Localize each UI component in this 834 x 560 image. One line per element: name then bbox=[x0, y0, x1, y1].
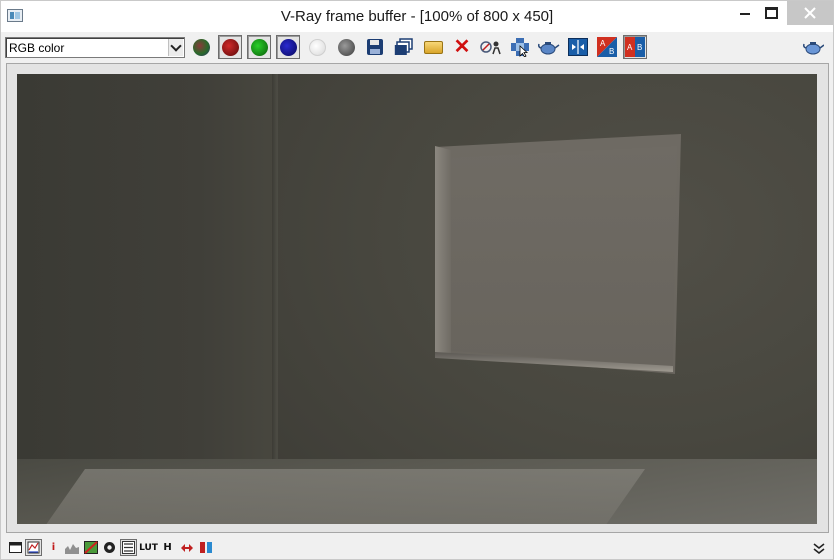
channel-select-value: RGB color bbox=[9, 41, 65, 55]
red-channel-icon bbox=[221, 38, 239, 56]
region-render-icon bbox=[511, 38, 529, 57]
chevron-down-icon[interactable] bbox=[168, 39, 183, 56]
svg-text:B: B bbox=[609, 47, 614, 56]
rendered-image[interactable] bbox=[17, 74, 817, 524]
alpha-channel-button[interactable] bbox=[305, 35, 329, 59]
title-bar[interactable]: V-Ray frame buffer - [100% of 800 x 450] bbox=[1, 1, 833, 32]
render-left-wall bbox=[17, 74, 277, 524]
curves-icon bbox=[83, 541, 98, 554]
window-icon bbox=[9, 542, 22, 553]
show-corrections-button[interactable] bbox=[7, 539, 24, 556]
render-window-jamb bbox=[435, 146, 451, 356]
clear-image-icon: ✕ bbox=[453, 36, 471, 58]
alpha-channel-icon bbox=[308, 38, 326, 56]
save-image-icon bbox=[367, 39, 383, 55]
swap-button[interactable] bbox=[178, 539, 195, 556]
clear-image-button[interactable]: ✕ bbox=[450, 35, 474, 59]
lut-icon: LUT bbox=[139, 542, 158, 553]
render-last-icon bbox=[538, 42, 560, 55]
histogram-icon bbox=[64, 543, 79, 554]
hue-icon: H bbox=[163, 542, 172, 553]
window-title: V-Ray frame buffer - [100% of 800 x 450] bbox=[280, 8, 554, 25]
render-window-opening bbox=[447, 146, 677, 366]
hue-button[interactable]: H bbox=[159, 539, 176, 556]
ab-history-icon: A B bbox=[625, 37, 645, 57]
svg-text:A: A bbox=[627, 43, 633, 52]
duplicate-frame-buffer-button[interactable] bbox=[392, 35, 416, 59]
svg-text:A: A bbox=[600, 39, 606, 48]
levels-icon bbox=[27, 541, 40, 554]
blue-channel-button[interactable] bbox=[276, 35, 300, 59]
toolbar: RGB color ✕ A B A B bbox=[1, 32, 833, 62]
render-teapot-icon bbox=[803, 42, 824, 55]
monochrome-icon bbox=[337, 38, 355, 56]
close-icon bbox=[804, 7, 816, 19]
monochrome-button[interactable] bbox=[334, 35, 358, 59]
region-render-button[interactable] bbox=[508, 35, 532, 59]
render-floor-light-patch bbox=[28, 469, 646, 524]
info-icon: i bbox=[51, 542, 56, 553]
stamp-button[interactable] bbox=[197, 539, 214, 556]
blue-channel-icon bbox=[279, 38, 297, 56]
render-teapot-button[interactable] bbox=[801, 35, 825, 59]
ab-compare-vertical-button[interactable]: A B bbox=[595, 35, 619, 59]
channel-select[interactable]: RGB color bbox=[5, 37, 185, 58]
rgb-channel-button[interactable] bbox=[189, 35, 213, 59]
srgb-icon bbox=[122, 541, 135, 554]
load-image-button[interactable] bbox=[421, 35, 445, 59]
red-channel-button[interactable] bbox=[218, 35, 242, 59]
settings-button[interactable] bbox=[101, 539, 118, 556]
track-mouse-button[interactable] bbox=[479, 35, 503, 59]
ab-compare-vertical-icon: A B bbox=[597, 37, 617, 57]
expand-panel-button[interactable] bbox=[813, 542, 825, 555]
green-channel-icon bbox=[250, 38, 268, 56]
gear-icon bbox=[104, 542, 115, 553]
stamp-icon bbox=[199, 542, 212, 553]
histogram-button[interactable] bbox=[63, 539, 80, 556]
ab-compare-horizontal-icon bbox=[568, 38, 588, 56]
green-channel-button[interactable] bbox=[247, 35, 271, 59]
curves-button[interactable] bbox=[82, 539, 99, 556]
swap-arrows-icon bbox=[180, 543, 193, 552]
track-mouse-icon bbox=[480, 41, 501, 55]
status-bar: i LUT H bbox=[1, 536, 833, 559]
rgb-channel-icon bbox=[192, 38, 210, 56]
render-last-button[interactable] bbox=[537, 35, 561, 59]
color-corrections-button[interactable] bbox=[25, 539, 42, 556]
chevron-double-down-icon bbox=[813, 543, 825, 555]
duplicate-frame-buffer-icon bbox=[394, 38, 413, 55]
save-image-button[interactable] bbox=[363, 35, 387, 59]
render-viewport[interactable] bbox=[6, 63, 829, 533]
maximize-button[interactable] bbox=[755, 1, 788, 25]
vray-frame-buffer-window: V-Ray frame buffer - [100% of 800 x 450]… bbox=[0, 0, 834, 560]
close-button[interactable] bbox=[787, 1, 833, 25]
ab-compare-horizontal-button[interactable] bbox=[566, 35, 590, 59]
svg-text:B: B bbox=[637, 43, 642, 52]
pixel-info-button[interactable]: i bbox=[45, 539, 62, 556]
lut-button[interactable]: LUT bbox=[139, 539, 158, 556]
render-wall-corner bbox=[272, 74, 278, 474]
ab-history-button[interactable]: A B bbox=[623, 35, 647, 59]
load-image-icon bbox=[423, 40, 443, 54]
srgb-button[interactable] bbox=[120, 539, 137, 556]
